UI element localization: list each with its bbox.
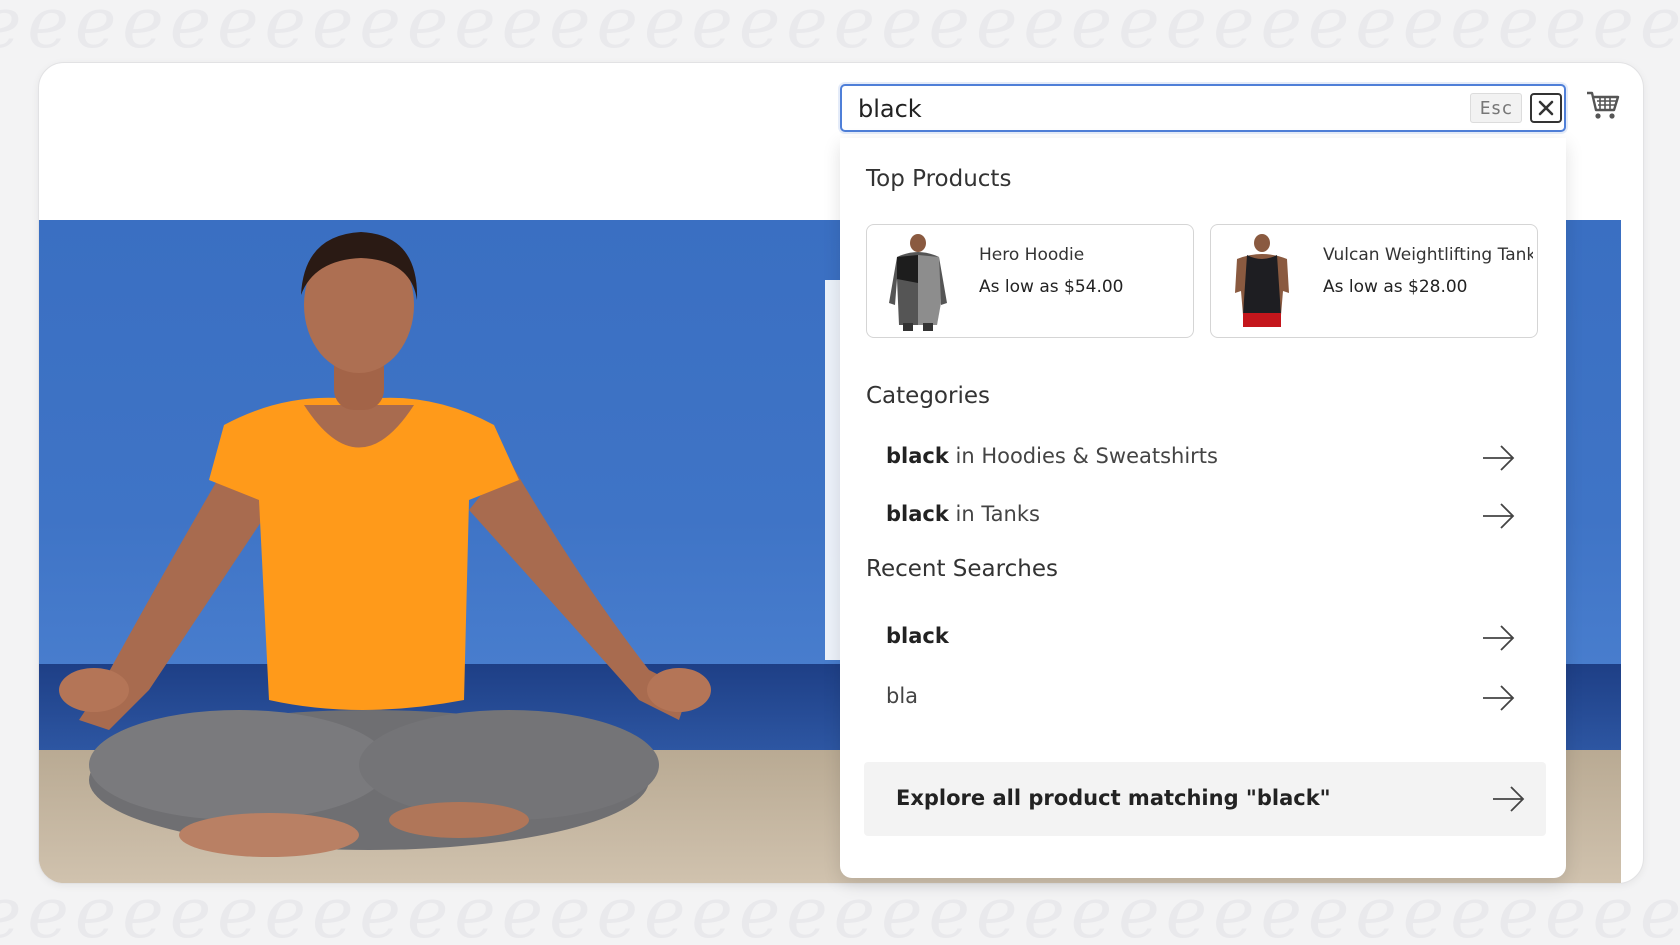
category-suffix: in Hoodies & Sweatshirts <box>948 444 1218 468</box>
recent-search-text: bla <box>886 684 918 708</box>
category-term: black <box>886 502 949 526</box>
category-suggestion[interactable]: black in Tanks <box>866 494 1530 538</box>
search-suggestions-dropdown: Top Products Hero Hoodie As low as $54.0… <box>840 138 1566 878</box>
explore-all-button[interactable]: Explore all product matching "black" <box>864 762 1546 836</box>
cart-icon[interactable] <box>1586 88 1620 122</box>
category-suggestion-text: black in Tanks <box>886 502 1040 526</box>
category-suggestion-text: black in Hoodies & Sweatshirts <box>886 444 1218 468</box>
top-products-heading: Top Products <box>866 166 1012 192</box>
category-suffix: in Tanks <box>948 502 1040 526</box>
esc-key-badge: Esc <box>1470 93 1522 123</box>
product-card-hero-hoodie[interactable]: Hero Hoodie As low as $54.00 <box>866 224 1194 338</box>
arrow-right-icon <box>1483 685 1515 711</box>
recent-search-text: black <box>886 624 949 648</box>
category-term: black <box>886 444 949 468</box>
categories-heading: Categories <box>866 383 990 409</box>
yoga-woman-image <box>59 232 711 857</box>
arrow-right-icon <box>1483 503 1515 529</box>
tank-thumbnail <box>1235 234 1289 327</box>
clear-search-button[interactable] <box>1530 93 1562 123</box>
search-input[interactable] <box>856 92 1420 126</box>
hoodie-thumbnail <box>889 234 947 331</box>
arrow-right-icon <box>1483 625 1515 651</box>
explore-all-label: Explore all product matching "black" <box>896 786 1331 810</box>
product-card-vulcan-tank[interactable]: Vulcan Weightlifting Tank As low as $28.… <box>1210 224 1538 338</box>
product-name: Vulcan Weightlifting Tank <box>1323 245 1533 265</box>
recent-search-item[interactable]: black <box>866 616 1530 660</box>
category-suggestion[interactable]: black in Hoodies & Sweatshirts <box>866 436 1530 480</box>
recent-term: black <box>886 624 949 648</box>
search-bar[interactable]: Esc <box>840 84 1566 132</box>
recent-search-item[interactable]: bla <box>866 676 1530 720</box>
product-name: Hero Hoodie <box>979 245 1085 265</box>
close-icon <box>1538 100 1554 116</box>
arrow-right-icon <box>1493 786 1525 812</box>
product-price: As low as $28.00 <box>1323 277 1468 297</box>
arrow-right-icon <box>1483 445 1515 471</box>
recent-term: bla <box>886 684 919 708</box>
product-price: As low as $54.00 <box>979 277 1124 297</box>
recent-searches-heading: Recent Searches <box>866 556 1058 582</box>
